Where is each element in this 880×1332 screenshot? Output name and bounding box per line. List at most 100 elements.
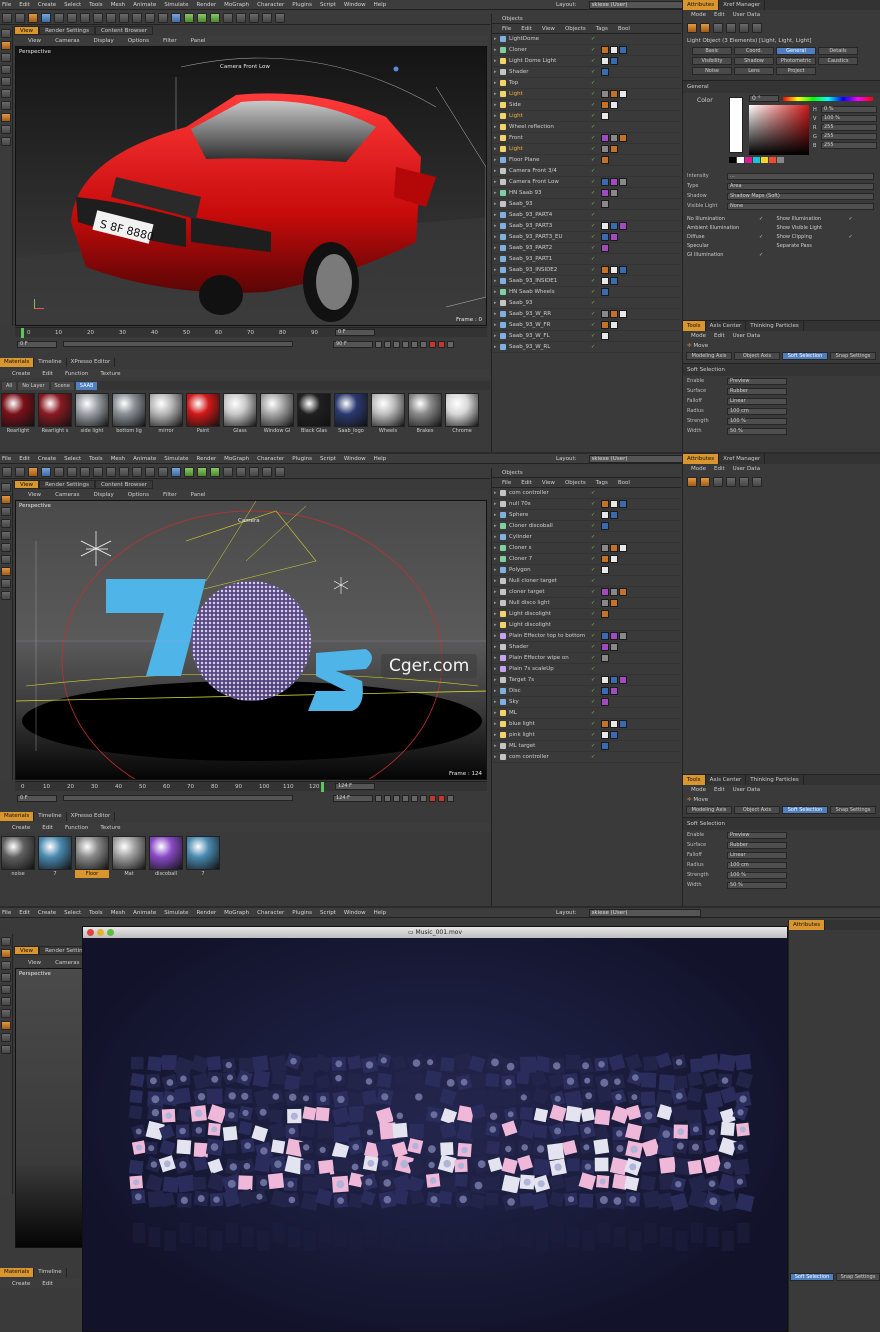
preset-swatch[interactable]: [761, 157, 768, 163]
object-row[interactable]: ▸ com controller ✓: [492, 488, 681, 499]
menu-window[interactable]: Window: [344, 2, 366, 8]
tag-icon[interactable]: [619, 222, 627, 230]
object-name[interactable]: Disc: [509, 688, 591, 694]
menu-render[interactable]: Render: [197, 910, 217, 916]
light-icon[interactable]: [275, 12, 285, 23]
om-objects[interactable]: Objects: [565, 26, 586, 32]
btn-soft-selection[interactable]: Soft Selection: [790, 1273, 834, 1281]
object-row[interactable]: ▸ Shader ✓: [492, 642, 681, 653]
tag-icon[interactable]: [610, 310, 618, 318]
nav-forward-icon[interactable]: [739, 477, 749, 487]
matmenu-edit[interactable]: Edit: [42, 371, 53, 377]
tab-materials[interactable]: Materials: [0, 1268, 35, 1277]
render-picture-icon[interactable]: [145, 12, 155, 23]
object-name[interactable]: com controller: [509, 754, 591, 760]
om-file[interactable]: File: [502, 26, 511, 32]
new-manager-icon[interactable]: [752, 23, 762, 33]
visibility-icon[interactable]: ✓: [591, 677, 601, 683]
object-name[interactable]: Light: [509, 91, 591, 97]
filter-all[interactable]: All: [2, 381, 17, 390]
object-name[interactable]: pink light: [509, 732, 591, 738]
visibility-icon[interactable]: ✓: [591, 212, 601, 218]
property-value[interactable]: ...: [727, 172, 874, 180]
tab-view[interactable]: View: [14, 946, 40, 955]
tag-icon[interactable]: [610, 178, 618, 186]
tag-icon[interactable]: [601, 610, 609, 618]
tm-edit[interactable]: Edit: [714, 787, 725, 793]
om-edit[interactable]: Edit: [521, 26, 532, 32]
tag-icon[interactable]: [601, 321, 609, 329]
z-axis-icon[interactable]: [106, 466, 116, 477]
visibility-icon[interactable]: ✓: [591, 589, 601, 595]
object-row[interactable]: ▸ LightDome ✓: [492, 34, 681, 45]
checkbox-icon[interactable]: ✓: [849, 234, 853, 240]
menu-edit[interactable]: Edit: [19, 910, 30, 916]
object-name[interactable]: Plain Effector top to bottom: [509, 633, 591, 639]
visibility-icon[interactable]: ✓: [591, 545, 601, 551]
object-row[interactable]: ▸ ML target ✓: [492, 741, 681, 752]
tag-icon[interactable]: [619, 266, 627, 274]
visibility-icon[interactable]: ✓: [591, 699, 601, 705]
tag-icon[interactable]: [619, 134, 627, 142]
live-select-icon[interactable]: [28, 12, 38, 23]
visibility-icon[interactable]: ✓: [591, 754, 601, 760]
btn-caustics[interactable]: Caustics: [818, 57, 858, 65]
tag-icon[interactable]: [610, 544, 618, 552]
make-editable-icon[interactable]: [1, 483, 11, 492]
material-swatch[interactable]: discoball: [149, 836, 183, 880]
soft-value[interactable]: 50 %: [727, 881, 787, 889]
material-swatch[interactable]: Floor: [75, 836, 109, 880]
checkbox-row[interactable]: Show Illumination ✓: [777, 214, 876, 223]
array-icon[interactable]: [223, 466, 233, 477]
object-row[interactable]: ▸ Side ✓: [492, 100, 681, 111]
object-row[interactable]: ▸ Camera Front 3/4 ✓: [492, 166, 681, 177]
btn-soft-selection[interactable]: Soft Selection: [782, 806, 828, 814]
tab-xref-manager[interactable]: Xref Manager: [719, 0, 766, 10]
object-row[interactable]: ▸ Saab_93 ✓: [492, 199, 681, 210]
material-swatch[interactable]: Chrome: [445, 393, 479, 437]
om-view[interactable]: View: [542, 480, 555, 486]
new-manager-icon[interactable]: [752, 477, 762, 487]
object-name[interactable]: HN Saab 93: [509, 190, 591, 196]
playhead[interactable]: [21, 328, 24, 338]
tag-icon[interactable]: [610, 101, 618, 109]
tag-icon[interactable]: [601, 687, 609, 695]
tag-icon[interactable]: [601, 511, 609, 519]
edges-mode-icon[interactable]: [1, 997, 11, 1006]
visibility-icon[interactable]: ✓: [591, 256, 601, 262]
menu-character[interactable]: Character: [257, 910, 284, 916]
matmenu-create[interactable]: Create: [12, 825, 30, 831]
object-name[interactable]: Side: [509, 102, 591, 108]
tab-content-browser[interactable]: Content Browser: [94, 480, 153, 489]
preset-swatch[interactable]: [769, 157, 776, 163]
object-name[interactable]: com controller: [509, 490, 591, 496]
light-object-icon[interactable]: [687, 23, 697, 33]
am-mode[interactable]: Mode: [691, 466, 706, 472]
material-swatch[interactable]: Wheels: [371, 393, 405, 437]
layout-dropdown[interactable]: skiexe (User): [588, 909, 701, 917]
tag-icon[interactable]: [610, 90, 618, 98]
menu-select[interactable]: Select: [64, 2, 81, 8]
vmenu-display[interactable]: Display: [94, 38, 114, 44]
object-name[interactable]: Plain 7s scaleUp: [509, 666, 591, 672]
visibility-icon[interactable]: ✓: [591, 223, 601, 229]
menu-select[interactable]: Select: [64, 910, 81, 916]
visibility-icon[interactable]: ✓: [591, 688, 601, 694]
start-frame-field[interactable]: 0 F: [17, 794, 57, 802]
polygons-mode-icon[interactable]: [1, 101, 11, 110]
spline-icon[interactable]: [197, 466, 207, 477]
nurbs-icon[interactable]: [210, 12, 220, 23]
lock-icon[interactable]: [700, 477, 710, 487]
tab-thinking-particles[interactable]: Thinking Particles: [746, 321, 804, 331]
polygons-mode-icon[interactable]: [1, 555, 11, 564]
menu-file[interactable]: File: [2, 456, 11, 462]
visibility-icon[interactable]: ✓: [591, 534, 601, 540]
points-mode-icon[interactable]: [1, 77, 11, 86]
workplane-icon[interactable]: [1, 125, 11, 134]
object-row[interactable]: ▸ Saab_93 ✓: [492, 298, 681, 309]
object-name[interactable]: Saab_93_PART4: [509, 212, 591, 218]
render-settings-icon[interactable]: [158, 466, 168, 477]
am-edit[interactable]: Edit: [714, 466, 725, 472]
model-mode-icon[interactable]: [1, 949, 11, 958]
cube-icon[interactable]: [171, 12, 181, 23]
